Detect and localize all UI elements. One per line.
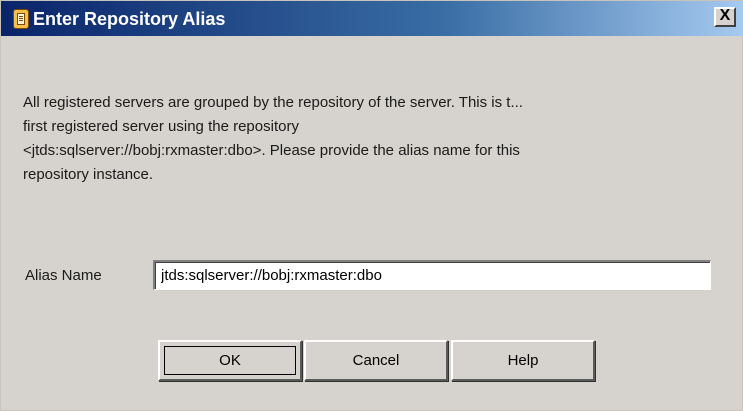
dialog-message: All registered servers are grouped by th… bbox=[23, 91, 723, 187]
message-line: first registered server using the reposi… bbox=[23, 118, 299, 135]
message-line: All registered servers are grouped by th… bbox=[23, 94, 523, 111]
ok-button[interactable]: OK bbox=[158, 340, 302, 381]
close-icon: X bbox=[719, 7, 731, 24]
repository-icon bbox=[13, 9, 29, 29]
help-button[interactable]: Help bbox=[451, 340, 595, 381]
alias-name-input[interactable] bbox=[153, 260, 711, 290]
window-title: Enter Repository Alias bbox=[33, 9, 226, 29]
close-button[interactable]: X bbox=[714, 7, 736, 27]
cancel-button[interactable]: Cancel bbox=[304, 340, 448, 381]
alias-name-label: Alias Name bbox=[25, 267, 102, 284]
title-bar[interactable]: Enter Repository Alias X bbox=[1, 1, 743, 36]
repository-alias-dialog: Enter Repository Alias X All registered … bbox=[0, 0, 743, 411]
message-line: repository instance. bbox=[23, 166, 154, 183]
message-line: <jtds:sqlserver://bobj:rxmaster:dbo>. Pl… bbox=[23, 142, 520, 159]
